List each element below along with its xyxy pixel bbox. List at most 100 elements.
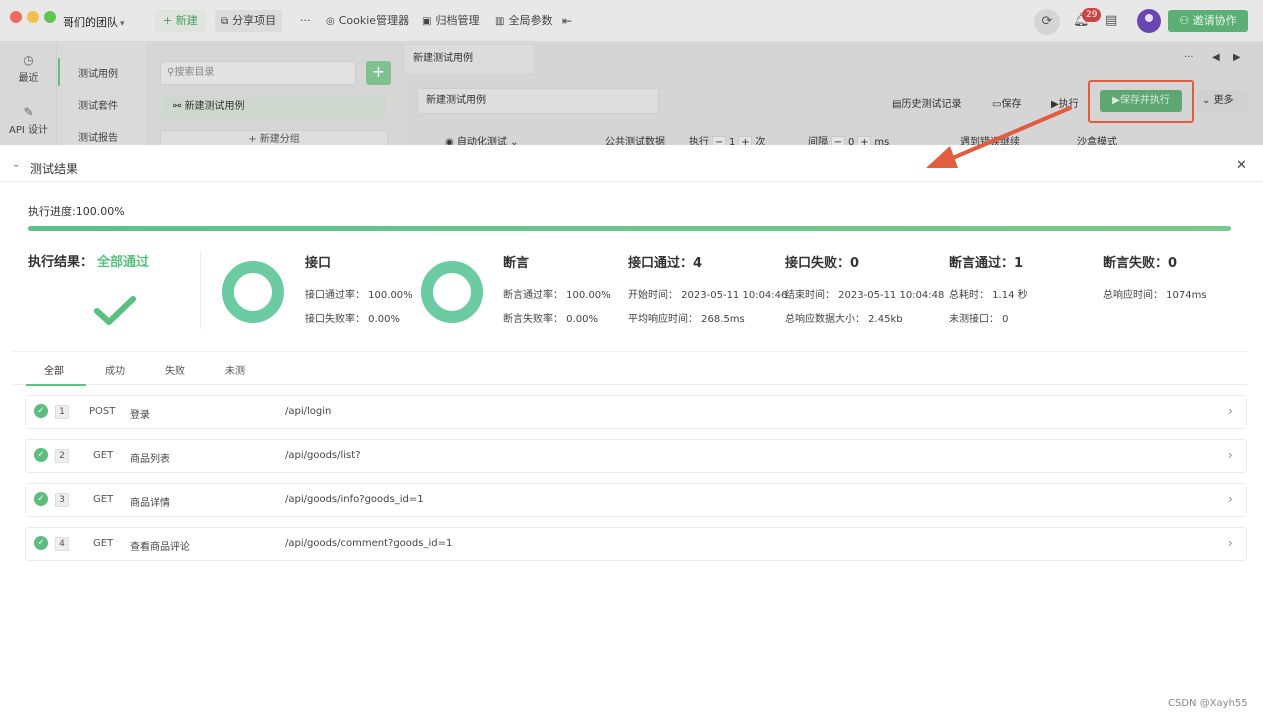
chevron-right-icon[interactable]: › [1228,448,1233,462]
search-input[interactable]: ⚲搜索目录 [160,61,356,85]
chevron-down-icon[interactable]: ⌄ [12,159,20,170]
mode-select[interactable]: ◉ 自动化测试 ⌄ [445,133,518,145]
minimize-window-button[interactable] [27,11,39,23]
execute-stepper[interactable]: 执行 −1 + 次 [689,133,765,145]
success-check-icon: ✓ [34,536,48,550]
more-menu-button[interactable]: ··· [294,10,317,32]
interval-stepper[interactable]: 间隔 −0 + ms [808,133,889,145]
new-group-button[interactable]: + 新建分组 [160,130,388,146]
divider [200,251,201,329]
table-row[interactable]: ✓ 1 POST 登录 /api/login › [25,395,1247,429]
invite-button[interactable]: ⚇ 邀请协作 [1168,10,1248,32]
maximize-window-button[interactable] [44,11,56,23]
chevron-down-icon: ▾ [120,19,125,29]
ms-label: ms [874,137,890,145]
sub-nav: 测试用例 测试套件 测试报告 [58,43,148,145]
collapse-menu-icon[interactable]: ⇤ [556,10,578,32]
increment-button[interactable]: + [738,136,753,145]
params-icon: ▥ [495,16,505,27]
table-row[interactable]: ✓ 3 GET 商品详情 /api/goods/info?goods_id=1 … [25,483,1247,517]
tab-failed[interactable]: 失败 [165,362,185,377]
interval-value: 0 [848,137,855,145]
progress-bar [28,226,1231,231]
run-label: 执行 [1058,99,1079,110]
active-tab-indicator [26,384,86,386]
test-result-panel: ⌄ 测试结果 ✕ 执行进度:100.00% 执行结果： 全部通过 接口 接口通过… [0,145,1263,720]
chevron-right-icon[interactable]: › [1228,404,1233,418]
search-placeholder: 搜索目录 [174,67,215,78]
notes-icon[interactable]: ▤ [1105,13,1117,28]
close-icon[interactable]: ✕ [1236,158,1247,173]
archive-button[interactable]: ▣ 归档管理 [416,10,485,32]
chevron-right-icon[interactable]: › [1228,492,1233,506]
progress-fill [28,226,1231,231]
row-index: 3 [55,493,69,507]
new-button[interactable]: + 新建 [155,10,206,32]
result-label: 执行结果： [28,255,94,270]
options-row: ◉ 自动化测试 ⌄ 公共测试数据 执行 −1 + 次 间隔 −0 + ms 遇到错误继续 沙… [405,128,1263,145]
highlight-box [1088,80,1194,123]
decrement-button[interactable]: − [712,136,726,145]
sandbox-checkbox[interactable]: 沙盒模式 [1077,133,1117,145]
more-button[interactable]: ⌄ 更多 [1196,90,1248,112]
row-index: 2 [55,449,69,463]
tab-menu-icon[interactable]: ··· [1184,52,1194,63]
left-nav: ◷ 最近 ✎ API 设计 [0,43,57,145]
run-button[interactable]: ▶执行 [1051,95,1079,110]
chevron-down-icon: ⌄ [1202,95,1214,106]
nav-item-api-design[interactable]: ✎ API 设计 [0,105,57,136]
subnav-item-test-suites[interactable]: 测试套件 [78,97,118,112]
assert-title: 断言 [503,256,530,271]
total-response-size: 总响应数据大小： 2.45kb [785,314,903,325]
api-failed-count: 接口失败：0 [785,256,860,271]
nav-item-recent[interactable]: ◷ 最近 [0,53,57,84]
check-icon [94,296,136,325]
tab-untested[interactable]: 未测 [225,362,245,377]
avg-response-time: 平均响应时间： 268.5ms [628,314,745,325]
user-icon: ⚇ [1179,14,1193,27]
more-label: 更多 [1213,95,1234,106]
tree-node-test-case[interactable]: ⚯ 新建测试用例 [163,95,387,119]
continue-on-error-checkbox[interactable]: 遇到错误继续 [960,133,1020,145]
checkbox-label: 公共测试数据 [605,137,665,145]
team-selector[interactable]: 哥们的团队 ▾ [63,14,125,30]
result-summary: 执行结果： 全部通过 接口 接口通过率： 100.00% 接口失败率： 0.00… [0,245,1263,345]
start-time: 开始时间： 2023-05-11 10:04:46 [628,290,788,301]
interval-label: 间隔 [808,137,828,145]
result-tabs: 全部 成功 失败 未测 [12,351,1247,386]
global-params-button[interactable]: ▥ 全局参数 [489,10,558,32]
tab-prev-icon[interactable]: ◀ [1212,52,1220,63]
cookie-manager-button[interactable]: ◎ Cookie管理器 [320,10,415,32]
row-method: GET [93,538,114,549]
table-row[interactable]: ✓ 4 GET 查看商品评论 /api/goods/comment?goods_… [25,527,1247,561]
decrement-button[interactable]: − [831,136,845,145]
increment-button[interactable]: + [857,136,872,145]
add-item-button[interactable]: + [366,61,391,85]
avatar[interactable] [1137,9,1161,33]
row-name: 查看商品评论 [130,542,190,553]
api-pass-ring [222,261,284,323]
case-name-input[interactable]: 新建测试用例 [417,88,659,114]
sync-icon[interactable]: ⟳ [1034,9,1060,35]
share-icon: ⧉ [221,16,229,27]
row-path: /api/login [285,406,332,417]
tab-all[interactable]: 全部 [44,362,64,377]
tab-new-test-case[interactable]: 新建测试用例 [405,45,533,73]
share-project-button[interactable]: ⧉ 分享项目 [215,10,283,32]
subnav-item-test-cases[interactable]: 测试用例 [78,65,118,80]
chevron-right-icon[interactable]: › [1228,536,1233,550]
nav-item-label: 最近 [18,73,39,84]
public-data-checkbox[interactable]: 公共测试数据 [605,133,665,145]
history-button[interactable]: ▤历史测试记录 [892,95,961,110]
archive-label: 归档管理 [435,14,480,27]
edit-icon: ✎ [23,105,34,119]
table-row[interactable]: ✓ 2 GET 商品列表 /api/goods/list? › [25,439,1247,473]
save-button[interactable]: ▭保存 [992,95,1021,110]
close-window-button[interactable] [10,11,22,23]
subnav-item-test-reports[interactable]: 测试报告 [78,129,118,144]
total-response-time: 总响应时间： 1074ms [1103,290,1207,301]
tab-next-icon[interactable]: ▶ [1233,52,1241,63]
success-check-icon: ✓ [34,448,48,462]
eye-icon: ◉ [445,137,457,145]
tab-success[interactable]: 成功 [105,362,125,377]
